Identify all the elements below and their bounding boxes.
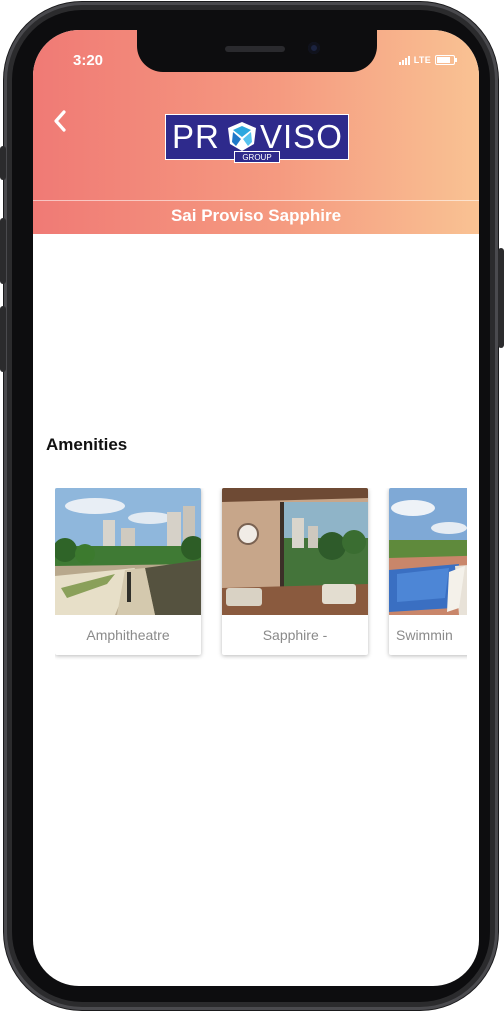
swimming-pool-image [389, 488, 467, 615]
amenity-card-amphitheatre[interactable]: Amphitheatre [55, 488, 201, 655]
proviso-logo: PR VISO GROUP [165, 114, 349, 163]
amenities-heading: Amenities [46, 435, 128, 454]
front-camera [308, 42, 320, 54]
volume-down-button [0, 306, 6, 372]
proviso-logo-mark-icon [228, 122, 256, 151]
status-indicators: LTE [398, 55, 457, 65]
amenity-label: Sapphire - [262, 627, 328, 643]
amenity-card-sapphire[interactable]: Sapphire - [222, 488, 368, 655]
amenity-label: Swimmin [396, 627, 453, 643]
volume-up-button [0, 218, 6, 284]
status-time: 3:20 [73, 52, 104, 69]
logo-text-left: PR [172, 118, 220, 155]
power-button [498, 248, 504, 348]
mute-switch [0, 146, 6, 180]
phone-notch [137, 30, 377, 72]
amenity-label: Amphitheatre [86, 627, 170, 643]
amenity-card-swimming[interactable]: Swimmin [389, 488, 467, 655]
header-divider [33, 200, 479, 201]
app-header: 3:20 LTE PR VISO GROUP Sai Proviso Sapph… [33, 30, 479, 234]
chevron-left-icon [54, 110, 66, 132]
back-button[interactable] [47, 106, 73, 136]
project-title: Sai Proviso Sapphire [170, 206, 342, 225]
speaker-grille [225, 46, 285, 52]
logo-subtext: GROUP [234, 151, 280, 163]
app-screen: 3:20 LTE PR VISO GROUP Sai Proviso Sapph… [33, 30, 479, 986]
amphitheatre-image [55, 488, 201, 615]
amenities-carousel[interactable]: Amphitheatre Sapphire - Swimmin [55, 488, 467, 660]
battery-icon [435, 55, 457, 65]
sapphire-interior-image [222, 488, 368, 615]
signal-icon [398, 55, 410, 65]
network-type: LTE [413, 55, 431, 65]
